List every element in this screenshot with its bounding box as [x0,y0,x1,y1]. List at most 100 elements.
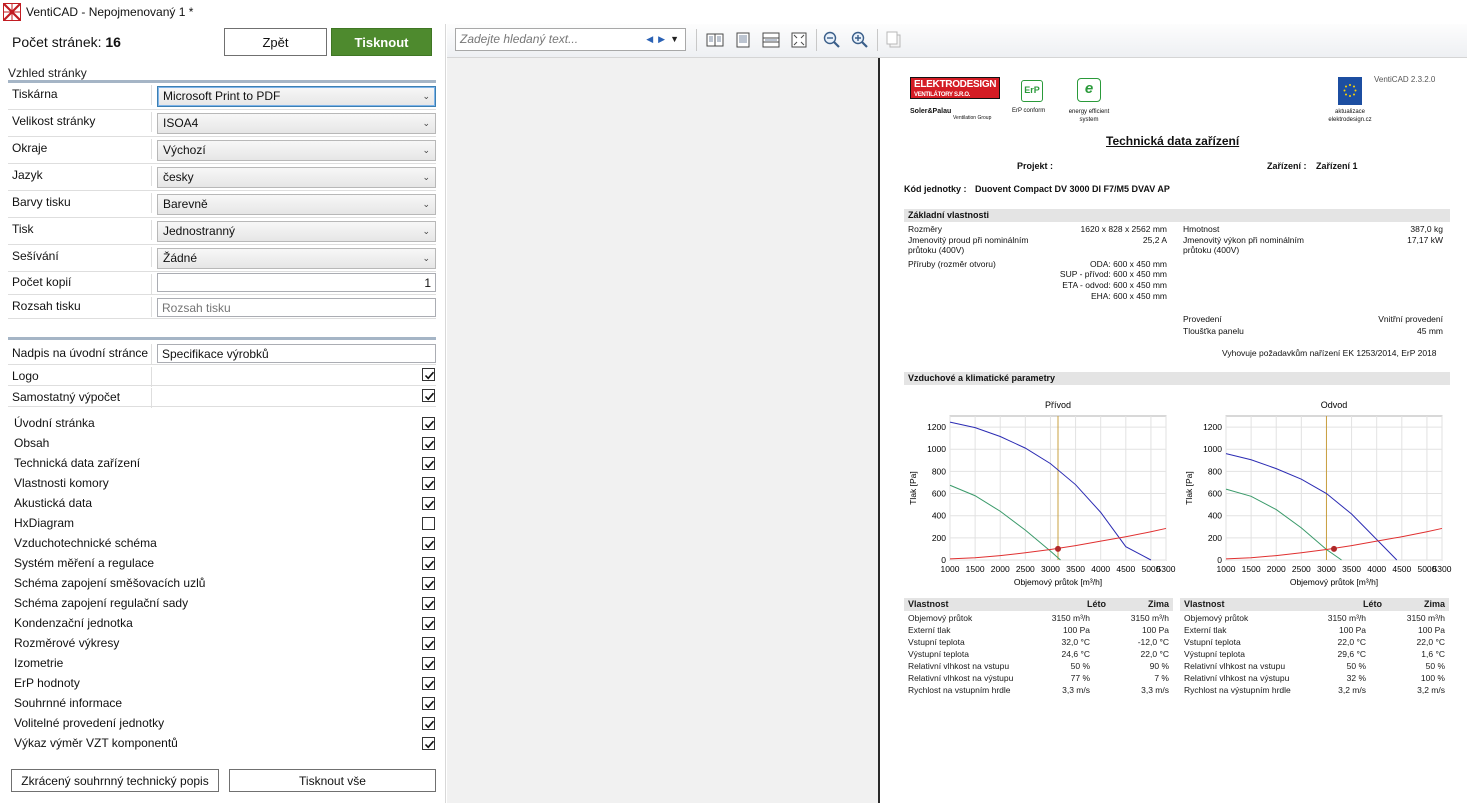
two-page-icon[interactable] [705,30,725,50]
x-tick-label: 4500 [1392,564,1411,574]
print-settings-panel: Počet stránek: 16 Zpět Tisknout Vzhled s… [0,24,446,803]
chapter-row[interactable]: Volitelné provedení jednotky [14,714,436,734]
chapter-row[interactable]: Úvodní stránka [14,414,436,434]
chapter-checkbox[interactable] [422,597,435,610]
search-next-icon[interactable]: ▶ [658,34,665,44]
cell-winter: 100 % [1420,673,1445,683]
page-width-icon[interactable] [761,30,781,50]
chapter-row[interactable]: Akustická data [14,494,436,514]
chapter-checkbox[interactable] [422,437,435,450]
setting-select[interactable]: Barevně ⌄ [157,194,436,215]
setting-label: Velikost stránky [12,114,96,128]
setting-select[interactable]: Jednostranný ⌄ [157,221,436,242]
search-box[interactable]: Zadejte hledaný text... ◀ ▶ ▼ [455,28,686,51]
row-separator [151,367,152,387]
cover-title-input[interactable] [157,344,436,363]
chapter-checkbox[interactable] [422,657,435,670]
setting-select[interactable]: Microsoft Print to PDF ⌄ [157,86,436,107]
table-row: Relativní vlhkost na vstupu 50 % 50 % [1180,661,1449,673]
setting-select[interactable]: Výchozí ⌄ [157,140,436,161]
operating-point [1331,545,1337,552]
cell-property: Externí tlak [1184,625,1227,635]
chapter-checkbox[interactable] [422,557,435,570]
chapter-checkbox[interactable] [422,417,435,430]
chapter-row[interactable]: Výkaz výměr VZT komponentů [14,734,436,754]
section-title-page-appearance: Vzhled stránky [8,66,87,80]
setting-value: Žádné [163,251,198,265]
property-value: ETA - odvod: 600 x 450 mm [1062,280,1167,290]
separate-calc-checkbox[interactable] [422,389,435,402]
setting-label: Okraje [12,141,48,155]
x-tick-label: 4000 [1367,564,1386,574]
whole-page-icon[interactable] [789,30,809,50]
property-value: 25,2 A [1142,235,1167,245]
chapter-row[interactable]: Rozměrové výkresy [14,634,436,654]
chapter-checkbox[interactable] [422,697,435,710]
chapter-row[interactable]: Obsah [14,434,436,454]
property-value: SUP - přívod: 600 x 450 mm [1059,269,1167,279]
section-divider [8,337,436,340]
cell-property: Vstupní teplota [908,637,965,647]
copies-input[interactable] [157,273,436,292]
chapter-checkbox[interactable] [422,457,435,470]
page-count-value: 16 [105,34,121,50]
chapter-row[interactable]: Kondenzační jednotka [14,614,436,634]
chapter-row[interactable]: ErP hodnoty [14,674,436,694]
cell-property: Objemový průtok [908,613,973,623]
logo-checkbox[interactable] [422,368,435,381]
print-button[interactable]: Tisknout [331,28,432,56]
table-row: Externí tlak 100 Pa 100 Pa [904,625,1173,637]
chapter-row[interactable]: Izometrie [14,654,436,674]
print-range-input[interactable] [157,298,436,317]
chapter-checkbox[interactable] [422,737,435,750]
chapter-row[interactable]: Schéma zapojení směšovacích uzlů [14,574,436,594]
col-header-summer: Léto [1363,599,1382,609]
chapter-checkbox[interactable] [422,637,435,650]
zoom-in-icon[interactable] [850,30,870,50]
cell-summer: 50 % [1346,661,1366,671]
chapter-checkbox[interactable] [422,497,435,510]
chapter-row[interactable]: HxDiagram [14,514,436,534]
y-tick-label: 200 [932,533,946,543]
chapter-row[interactable]: Schéma zapojení regulační sady [14,594,436,614]
chapter-checkbox[interactable] [422,577,435,590]
chapter-row[interactable]: Technická data zařízení [14,454,436,474]
cell-summer: 77 % [1070,673,1090,683]
cell-winter: 3,3 m/s [1141,685,1169,695]
setting-select[interactable]: Žádné ⌄ [157,248,436,269]
chapter-checkbox[interactable] [422,677,435,690]
search-dropdown-icon[interactable]: ▼ [670,34,679,44]
row-separator [151,297,152,317]
setting-select[interactable]: ISOA4 ⌄ [157,113,436,134]
chapter-checkbox[interactable] [422,537,435,550]
chapter-label: Obsah [14,436,50,450]
search-prev-icon[interactable]: ◀ [646,34,653,44]
chapter-row[interactable]: Souhrnné informace [14,694,436,714]
print-all-button[interactable]: Tisknout vše [229,769,436,792]
property-label: Jmenovitý výkon při nominálním průtoku (… [1183,235,1304,255]
chapter-checkbox[interactable] [422,617,435,630]
y-tick-label: 1000 [1203,444,1222,454]
y-tick-label: 800 [1208,466,1222,476]
chapter-label: Úvodní stránka [14,416,95,430]
zoom-out-icon[interactable] [822,30,842,50]
back-button[interactable]: Zpět [224,28,327,56]
copy-icon[interactable] [884,30,904,50]
cell-property: Externí tlak [908,625,951,635]
x-tick-label: 3000 [1317,564,1336,574]
short-summary-button[interactable]: Zkrácený souhrnný technický popis [11,769,219,792]
chapter-checkbox[interactable] [422,717,435,730]
col-header-winter: Zima [1148,599,1170,609]
chapter-row[interactable]: Vlastnosti komory [14,474,436,494]
cell-winter: 100 Pa [1142,625,1169,635]
chapter-row[interactable]: Systém měření a regulace [14,554,436,574]
logo-label: Logo [12,369,39,383]
row-separator [151,388,152,408]
setting-select[interactable]: česky ⌄ [157,167,436,188]
setting-row: Sešívání Žádné ⌄ [8,245,436,272]
chapter-checkbox[interactable] [422,477,435,490]
chapter-checkbox[interactable] [422,517,435,530]
search-input[interactable]: Zadejte hledaný text... [460,32,578,46]
single-page-icon[interactable] [733,30,753,50]
chapter-row[interactable]: Vzduchotechnické schéma [14,534,436,554]
